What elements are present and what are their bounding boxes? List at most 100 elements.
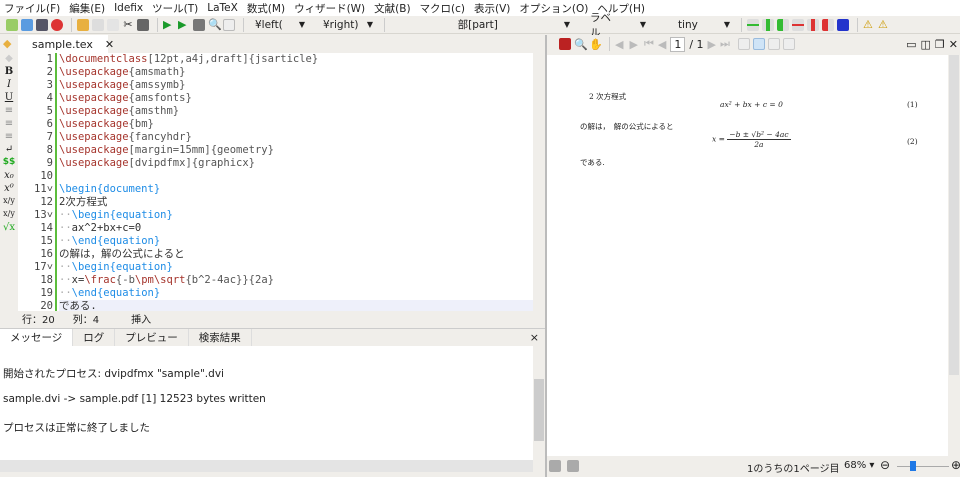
superscript-icon[interactable]: x⁰ <box>0 183 18 196</box>
table-add-column-icon[interactable] <box>762 18 774 31</box>
tab-sample-tex[interactable]: sample.tex ✕ <box>18 35 114 53</box>
dfrac-icon[interactable]: x/y <box>0 209 18 222</box>
continuous-icon[interactable] <box>752 38 765 50</box>
zoom-in-icon[interactable]: ⊕ <box>951 458 960 472</box>
last-page-icon[interactable]: ⏭ <box>720 37 730 51</box>
new-file-icon[interactable] <box>6 18 18 31</box>
view-icon[interactable]: 🔍 <box>208 18 222 31</box>
pdf-page[interactable]: 2 次方程式 ax² + bx + c = 0 (1) の解は， 解の公式による… <box>547 55 948 456</box>
menu-item[interactable]: ウィザード(W) <box>294 1 365 16</box>
font-size-select[interactable]: tiny ▼ <box>658 17 736 33</box>
code-line[interactable]: \usepackage{amsmath} <box>59 66 533 79</box>
close-tab-icon[interactable]: ✕ <box>105 38 114 51</box>
undo-icon[interactable] <box>77 18 89 31</box>
single-page-icon[interactable] <box>737 38 750 50</box>
pdf-scrollbar[interactable] <box>948 55 960 456</box>
hand-tool-icon[interactable]: ✋ <box>589 38 603 51</box>
table-remove-column-icon[interactable] <box>807 18 819 31</box>
underline-icon[interactable]: U <box>0 92 18 105</box>
newline-icon[interactable]: ↵ <box>0 144 18 157</box>
zoom-select[interactable]: 68% ▾ <box>844 460 874 471</box>
log-icon[interactable] <box>223 18 235 31</box>
sectioning-select[interactable]: 部[part] ▼ <box>390 17 576 33</box>
magnifier-icon[interactable]: 🔍 <box>574 38 588 51</box>
align-center-icon[interactable]: ≡ <box>0 118 18 131</box>
code-line[interactable]: \usepackage[margin=15mm]{geometry} <box>59 144 533 157</box>
table-remove-row-icon[interactable] <box>792 18 804 31</box>
right-delimiter-select[interactable]: ¥right) ▼ <box>317 17 379 33</box>
code-line[interactable]: の解は，解の公式によると <box>59 248 533 261</box>
redo-icon[interactable] <box>92 18 104 31</box>
compile-icon[interactable]: ▶ <box>178 18 190 31</box>
table-add-row-icon[interactable] <box>747 18 759 31</box>
minimize-icon[interactable]: ▭ <box>906 38 916 51</box>
menu-item[interactable]: マクロ(c) <box>420 1 465 16</box>
forward-arrow-icon[interactable]: ◆ <box>0 53 18 66</box>
menu-item[interactable]: 表示(V) <box>474 1 510 16</box>
fraction-icon[interactable]: x/y <box>0 196 18 209</box>
code-line[interactable]: \usepackage{amsfonts} <box>59 92 533 105</box>
menu-item[interactable]: 文献(B) <box>374 1 410 16</box>
pdf-icon[interactable] <box>559 38 571 50</box>
paste-icon[interactable] <box>137 18 149 31</box>
code-line[interactable]: \begin{document} <box>59 183 533 196</box>
align-left-icon[interactable]: ≡ <box>0 105 18 118</box>
stop-icon[interactable] <box>193 18 205 31</box>
menu-item[interactable]: オプション(O) <box>519 1 588 16</box>
prev-page-icon[interactable]: ◀ <box>658 38 666 51</box>
back-arrow-icon[interactable]: ◆ <box>3 37 11 50</box>
close-pdf-icon[interactable]: ✕ <box>949 38 958 51</box>
code-line[interactable]: \documentclass[12pt,a4j,draft]{jsarticle… <box>59 53 533 66</box>
sqrt-icon[interactable]: √x <box>0 222 18 235</box>
zoom-slider-thumb[interactable] <box>909 461 916 471</box>
warning-icon[interactable]: ⚠ <box>878 18 890 31</box>
menu-item[interactable]: Idefix <box>114 2 143 14</box>
person-icon[interactable] <box>567 460 579 472</box>
menu-item[interactable]: ツール(T) <box>152 1 198 16</box>
tab-preview[interactable]: プレビュー <box>115 329 189 347</box>
code-line[interactable]: ··x=\frac{-b\pm\sqrt{b^2-4ac}}{2a} <box>59 274 533 287</box>
code-line[interactable]: \usepackage{bm} <box>59 118 533 131</box>
table-column-icon[interactable] <box>777 18 789 31</box>
tab-messages[interactable]: メッセージ <box>0 329 74 347</box>
bold-icon[interactable]: B <box>0 66 18 79</box>
tab-log[interactable]: ログ <box>73 329 116 347</box>
editor-scrollbar[interactable] <box>533 53 545 325</box>
menu-item[interactable]: 数式(M) <box>247 1 285 16</box>
code-line[interactable]: ··\end{equation} <box>59 235 533 248</box>
zoom-slider[interactable] <box>897 466 949 467</box>
close-file-icon[interactable] <box>51 18 63 31</box>
label-select[interactable]: ラベル ▼ <box>584 12 652 39</box>
tab-search-results[interactable]: 検索結果 <box>189 329 252 347</box>
math-mode-icon[interactable]: $$ <box>0 157 18 170</box>
code-line[interactable]: \usepackage[dvipdfmx]{graphicx} <box>59 157 533 170</box>
two-page-icon[interactable] <box>767 38 780 50</box>
next-page-icon[interactable]: ▶ <box>708 38 716 51</box>
code-line[interactable]: \usepackage{amsthm} <box>59 105 533 118</box>
cut-icon[interactable]: ✂ <box>122 18 134 31</box>
menu-item[interactable]: 編集(E) <box>69 1 105 16</box>
menu-item[interactable]: ファイル(F) <box>4 1 60 16</box>
code-line[interactable]: \usepackage{fancyhdr} <box>59 131 533 144</box>
code-line[interactable] <box>59 170 533 183</box>
first-page-icon[interactable]: ⏮ <box>644 37 654 51</box>
code-line[interactable]: ··\begin{equation} <box>59 209 533 222</box>
save-icon[interactable] <box>36 18 48 31</box>
back-icon[interactable]: ◀ <box>615 38 623 51</box>
subscript-icon[interactable]: x₀ <box>0 170 18 183</box>
window-icon[interactable]: ❐ <box>935 38 945 51</box>
zoom-out-icon[interactable]: ⊖ <box>880 458 890 472</box>
fit-icon[interactable] <box>782 38 795 50</box>
code-line[interactable]: ··\end{equation} <box>59 287 533 300</box>
embed-icon[interactable]: ◫ <box>921 38 931 51</box>
close-panel-icon[interactable]: × <box>530 331 539 344</box>
menu-item[interactable]: LaTeX <box>207 2 238 14</box>
copy-icon[interactable] <box>107 18 119 31</box>
code-line[interactable]: ··ax^2+bx+c=0 <box>59 222 533 235</box>
table-remove-icon[interactable] <box>822 18 834 31</box>
message-scrollbar[interactable] <box>533 346 545 477</box>
person-icon[interactable] <box>549 460 561 472</box>
code-line[interactable]: 2次方程式 <box>59 196 533 209</box>
table-swap-icon[interactable] <box>837 18 849 31</box>
code-line[interactable]: ··\begin{equation} <box>59 261 533 274</box>
